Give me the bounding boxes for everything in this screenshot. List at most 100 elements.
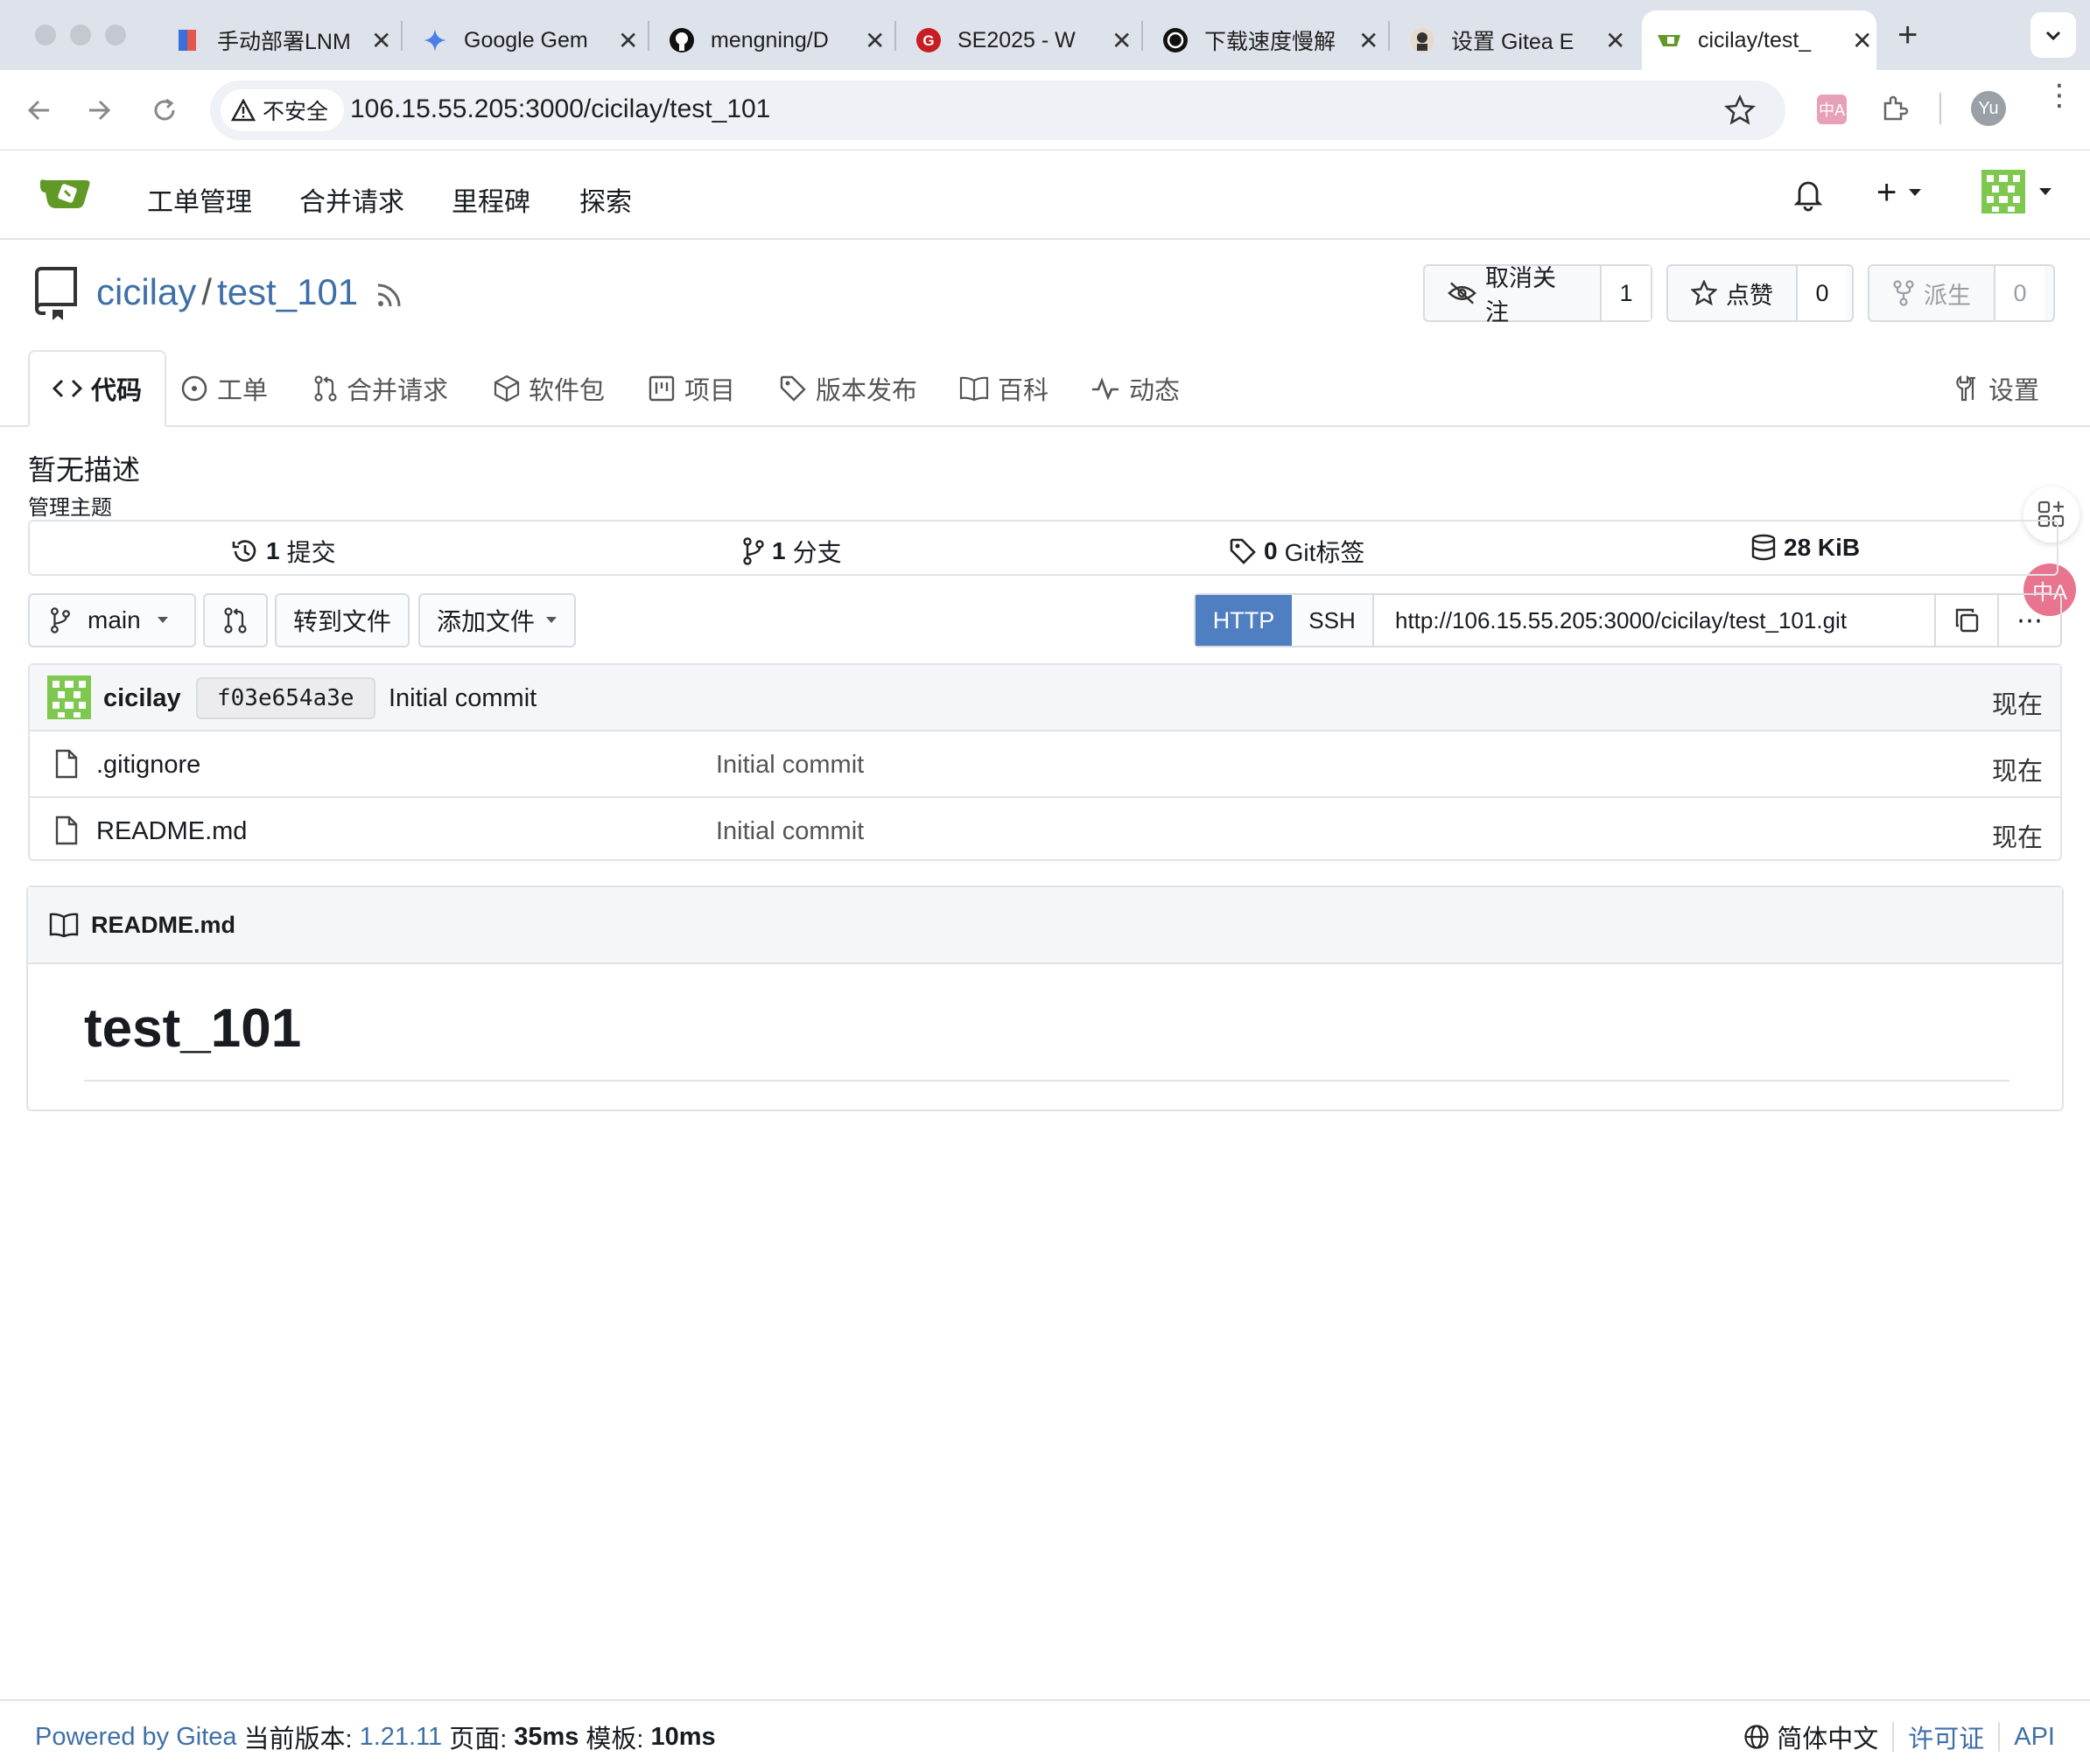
file-commit-message[interactable]: Initial commit bbox=[716, 751, 864, 780]
gitea-navbar: 工单管理 合并请求 里程碑 探索 + bbox=[0, 150, 2090, 240]
rss-feed-icon[interactable] bbox=[375, 280, 404, 310]
file-commit-message[interactable]: Initial commit bbox=[716, 817, 864, 846]
star-button[interactable]: 点赞 bbox=[1668, 266, 1798, 320]
database-icon bbox=[1751, 534, 1776, 561]
watch-count[interactable]: 1 bbox=[1602, 266, 1651, 320]
compare-button[interactable] bbox=[203, 593, 268, 648]
copy-url-button[interactable] bbox=[1936, 595, 1999, 646]
tab-search-button[interactable] bbox=[2030, 12, 2076, 58]
powered-by-link[interactable]: Powered by Gitea bbox=[35, 1723, 237, 1752]
repo-owner-link[interactable]: cicilay bbox=[96, 271, 196, 313]
commits-stat[interactable]: 1 提交 bbox=[231, 534, 336, 569]
back-arrow-icon[interactable] bbox=[23, 94, 54, 126]
tab-close-icon[interactable]: ✕ bbox=[1605, 26, 1625, 55]
tab-wiki[interactable]: 百科 bbox=[959, 350, 1049, 427]
clone-http-button[interactable]: HTTP bbox=[1196, 595, 1292, 646]
tab-releases[interactable]: 版本发布 bbox=[779, 350, 917, 427]
profile-avatar[interactable]: Yu bbox=[1971, 91, 2006, 126]
license-link[interactable]: 许可证 bbox=[1908, 1718, 1984, 1755]
forward-arrow-icon[interactable] bbox=[84, 94, 116, 126]
file-name-link[interactable]: README.md bbox=[96, 817, 247, 846]
chevron-down-icon bbox=[2045, 31, 2061, 41]
manage-topics-link[interactable]: 管理主题 bbox=[28, 490, 112, 521]
api-link[interactable]: API bbox=[2014, 1723, 2055, 1752]
notification-bell-icon[interactable] bbox=[1792, 177, 1824, 212]
url-text[interactable]: 106.15.55.205:3000/cicilay/test_101 bbox=[350, 94, 770, 124]
commit-author-link[interactable]: cicilay bbox=[103, 684, 181, 713]
more-options-icon[interactable]: ⋯ bbox=[1999, 595, 2060, 646]
browser-tab[interactable]: Google Gem ✕ bbox=[422, 10, 638, 70]
window-minimize-dot[interactable] bbox=[70, 24, 91, 46]
file-row[interactable]: .gitignore Initial commit 现在 bbox=[30, 732, 2060, 796]
commit-sha-button[interactable]: f03e654a3e bbox=[196, 677, 375, 719]
address-bar[interactable]: 不安全 106.15.55.205:3000/cicilay/test_101 bbox=[210, 80, 1785, 140]
bookmark-star-icon[interactable] bbox=[1724, 94, 1756, 126]
repo-name-link[interactable]: test_101 bbox=[217, 271, 358, 313]
new-tab-icon[interactable]: + bbox=[1897, 16, 1918, 55]
nav-pull-requests[interactable]: 合并请求 bbox=[299, 180, 404, 219]
tab-close-icon[interactable]: ✕ bbox=[618, 26, 638, 55]
repo-icon bbox=[34, 267, 77, 320]
nav-issues[interactable]: 工单管理 bbox=[147, 180, 252, 219]
reload-icon[interactable] bbox=[149, 94, 180, 126]
extensions-puzzle-icon[interactable] bbox=[1878, 93, 1910, 124]
tab-close-icon[interactable]: ✕ bbox=[1112, 26, 1132, 55]
browser-tab-active[interactable]: cicilay/test_ ✕ bbox=[1642, 10, 1876, 70]
tab-pull-requests[interactable]: 合并请求 bbox=[313, 350, 448, 427]
tab-settings[interactable]: 设置 bbox=[1953, 350, 2039, 427]
tab-title: mengning/D bbox=[711, 27, 829, 52]
caret-down-icon bbox=[1909, 189, 1922, 196]
tab-activity[interactable]: 动态 bbox=[1091, 350, 1180, 427]
clone-url-input[interactable]: http://106.15.55.205:3000/cicilay/test_1… bbox=[1374, 595, 1936, 646]
footer-left: Powered by Gitea 当前版本: 1.21.11 页面: 35ms … bbox=[35, 1718, 716, 1755]
file-row[interactable]: README.md Initial commit 现在 bbox=[30, 796, 2060, 861]
author-avatar[interactable] bbox=[47, 676, 91, 719]
browser-tab[interactable]: 下载速度慢解 ✕ bbox=[1162, 10, 1378, 70]
window-close-dot[interactable] bbox=[35, 24, 56, 46]
nav-milestones[interactable]: 里程碑 bbox=[452, 180, 530, 219]
globe-icon bbox=[1744, 1725, 1769, 1749]
star-count[interactable]: 0 bbox=[1798, 266, 1847, 320]
translate-extension-icon[interactable]: 中A bbox=[1817, 94, 1847, 124]
create-new-dropdown[interactable]: + bbox=[1876, 175, 1923, 210]
window-zoom-dot[interactable] bbox=[105, 24, 126, 46]
gitea-logo-icon[interactable] bbox=[39, 173, 93, 215]
version-link[interactable]: 1.21.11 bbox=[360, 1723, 443, 1752]
tab-close-icon[interactable]: ✕ bbox=[371, 26, 391, 55]
browser-tab[interactable]: 手动部署LNM ✕ bbox=[175, 10, 391, 70]
add-file-dropdown[interactable]: 添加文件 bbox=[418, 593, 576, 648]
readme-filename[interactable]: README.md bbox=[91, 912, 235, 939]
tab-issues[interactable]: 工单 bbox=[180, 350, 268, 427]
tab-code[interactable]: 代码 bbox=[28, 350, 167, 427]
goto-file-button[interactable]: 转到文件 bbox=[275, 593, 410, 648]
commits-label: 提交 bbox=[286, 539, 336, 566]
branches-stat[interactable]: 1 分支 bbox=[742, 534, 842, 569]
browser-tab[interactable]: 设置 Gitea E ✕ bbox=[1409, 10, 1625, 70]
code-brackets-icon bbox=[53, 379, 82, 398]
browser-tab[interactable]: mengning/D ✕ bbox=[669, 10, 885, 70]
browser-tab[interactable]: G SE2025 - W ✕ bbox=[915, 10, 1132, 70]
fork-button[interactable]: 派生 bbox=[1869, 266, 1995, 320]
tab-close-icon[interactable]: ✕ bbox=[865, 26, 885, 55]
tab-close-icon[interactable]: ✕ bbox=[1852, 26, 1872, 55]
plus-icon: + bbox=[1876, 173, 1897, 212]
file-name-link[interactable]: .gitignore bbox=[96, 751, 200, 780]
clone-ssh-button[interactable]: SSH bbox=[1292, 595, 1374, 646]
tab-close-icon[interactable]: ✕ bbox=[1358, 26, 1378, 55]
unwatch-button[interactable]: 取消关注 bbox=[1425, 265, 1602, 326]
tags-stat[interactable]: 0 Git标签 bbox=[1229, 534, 1364, 569]
security-chip[interactable]: 不安全 bbox=[221, 89, 345, 131]
user-menu-dropdown[interactable] bbox=[1981, 170, 2053, 214]
branch-selector[interactable]: main bbox=[28, 593, 196, 648]
tab-projects[interactable]: 项目 bbox=[648, 350, 735, 427]
language-selector[interactable]: 简体中文 bbox=[1743, 1718, 1878, 1755]
tab-packages[interactable]: 软件包 bbox=[494, 350, 605, 427]
fork-count[interactable]: 0 bbox=[1995, 266, 2044, 320]
branch-icon bbox=[51, 607, 70, 634]
tab-label: 软件包 bbox=[529, 377, 606, 405]
commit-message-link[interactable]: Initial commit bbox=[389, 684, 537, 713]
browser-menu-icon[interactable]: ⋮ bbox=[2044, 80, 2074, 110]
pulse-icon bbox=[1092, 377, 1119, 401]
nav-explore[interactable]: 探索 bbox=[579, 180, 632, 219]
tab-title: 下载速度慢解 bbox=[1204, 30, 1336, 54]
